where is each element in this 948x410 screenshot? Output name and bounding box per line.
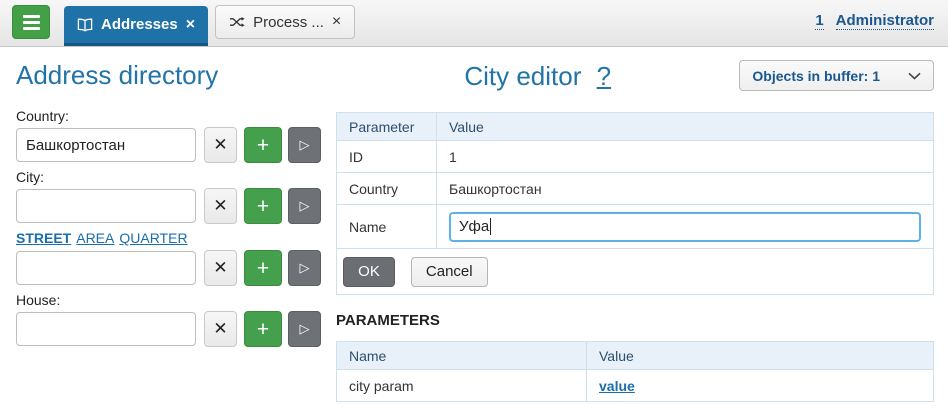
- column-header-name: Name: [337, 342, 587, 370]
- menu-button[interactable]: [12, 5, 50, 39]
- cancel-button[interactable]: Cancel: [411, 257, 488, 287]
- house-select-button[interactable]: ▷: [288, 311, 321, 347]
- street-link[interactable]: STREET: [16, 230, 71, 246]
- name-input[interactable]: Уфа: [449, 212, 921, 242]
- parameters-heading: PARAMETERS: [336, 312, 934, 329]
- city-label: City:: [16, 169, 330, 185]
- country-label: Country:: [16, 108, 330, 124]
- street-field-group: STREET AREA QUARTER ✕ + ▷: [16, 230, 330, 286]
- session-count-link[interactable]: 1: [815, 12, 823, 30]
- street-input[interactable]: [16, 251, 196, 285]
- tab-process[interactable]: Process ... ×: [215, 5, 355, 39]
- column-header-parameter: Parameter: [337, 113, 437, 141]
- city-editor-title-row: City editor ?: [336, 60, 739, 92]
- ok-button[interactable]: OK: [343, 257, 395, 287]
- city-input[interactable]: [16, 189, 196, 223]
- table-row-name: Name Уфа: [337, 205, 934, 249]
- country-field-group: Country: ✕ + ▷: [16, 108, 330, 163]
- address-directory-panel: Address directory Country: ✕ + ▷ City: ✕…: [0, 47, 330, 353]
- param-value-link[interactable]: value: [599, 378, 635, 394]
- house-field-group: House: ✕ + ▷: [16, 292, 330, 347]
- buffer-label: Objects in buffer: 1: [752, 68, 880, 84]
- column-header-value: Value: [587, 342, 934, 370]
- country-select-button[interactable]: ▷: [288, 127, 321, 163]
- street-mode-links: STREET AREA QUARTER: [16, 230, 330, 246]
- param-value-cell: value: [587, 370, 934, 402]
- country-clear-button[interactable]: ✕: [204, 127, 237, 163]
- objects-in-buffer-dropdown[interactable]: Objects in buffer: 1: [739, 60, 934, 91]
- table-row-id: ID 1: [337, 141, 934, 173]
- city-select-button[interactable]: ▷: [288, 188, 321, 224]
- area-link[interactable]: AREA: [76, 230, 114, 246]
- user-area: 1 Administrator: [815, 12, 934, 30]
- country-add-button[interactable]: +: [244, 127, 282, 163]
- house-input[interactable]: [16, 312, 196, 346]
- book-icon: [77, 18, 93, 32]
- param-name-cell: city param: [337, 370, 587, 402]
- street-select-button[interactable]: ▷: [288, 250, 321, 286]
- city-field-group: City: ✕ + ▷: [16, 169, 330, 224]
- page-title: Address directory: [16, 60, 330, 91]
- table-footer-row: OK Cancel: [337, 249, 934, 295]
- tab-label: Addresses: [101, 16, 178, 33]
- app-window: Addresses × Process ... × 1 Administrato…: [0, 0, 948, 410]
- city-add-button[interactable]: +: [244, 188, 282, 224]
- quarter-link[interactable]: QUARTER: [119, 230, 187, 246]
- parameters-table: Name Value city param value: [336, 341, 934, 402]
- street-clear-button[interactable]: ✕: [204, 250, 237, 286]
- city-editor-table: Parameter Value ID 1 Country Башкортоста…: [336, 112, 934, 295]
- table-row-country: Country Башкортостан: [337, 173, 934, 205]
- house-label: House:: [16, 292, 330, 308]
- street-add-button[interactable]: +: [244, 250, 282, 286]
- close-icon[interactable]: ×: [186, 17, 195, 33]
- param-cell: ID: [337, 141, 437, 173]
- country-input[interactable]: [16, 128, 196, 162]
- text-caret: [490, 218, 491, 235]
- chevron-down-icon: [908, 72, 921, 80]
- city-clear-button[interactable]: ✕: [204, 188, 237, 224]
- house-add-button[interactable]: +: [244, 311, 282, 347]
- tab-addresses[interactable]: Addresses ×: [64, 6, 208, 46]
- name-input-value: Уфа: [459, 218, 489, 235]
- param-cell: Name: [337, 205, 437, 249]
- hamburger-icon: [23, 15, 40, 30]
- username-link[interactable]: Administrator: [836, 12, 934, 30]
- help-link[interactable]: ?: [597, 61, 611, 91]
- city-editor-title: City editor: [464, 61, 581, 91]
- topbar: Addresses × Process ... × 1 Administrato…: [0, 0, 948, 47]
- value-cell: 1: [437, 141, 934, 173]
- city-editor-panel: City editor ? Objects in buffer: 1 Param…: [330, 47, 948, 402]
- value-cell: Башкортостан: [437, 173, 934, 205]
- table-row-city-param: city param value: [337, 370, 934, 402]
- house-clear-button[interactable]: ✕: [204, 311, 237, 347]
- param-cell: Country: [337, 173, 437, 205]
- shuffle-icon: [229, 16, 245, 28]
- column-header-value: Value: [437, 113, 934, 141]
- close-icon[interactable]: ×: [332, 14, 341, 30]
- tab-label: Process ...: [253, 14, 324, 31]
